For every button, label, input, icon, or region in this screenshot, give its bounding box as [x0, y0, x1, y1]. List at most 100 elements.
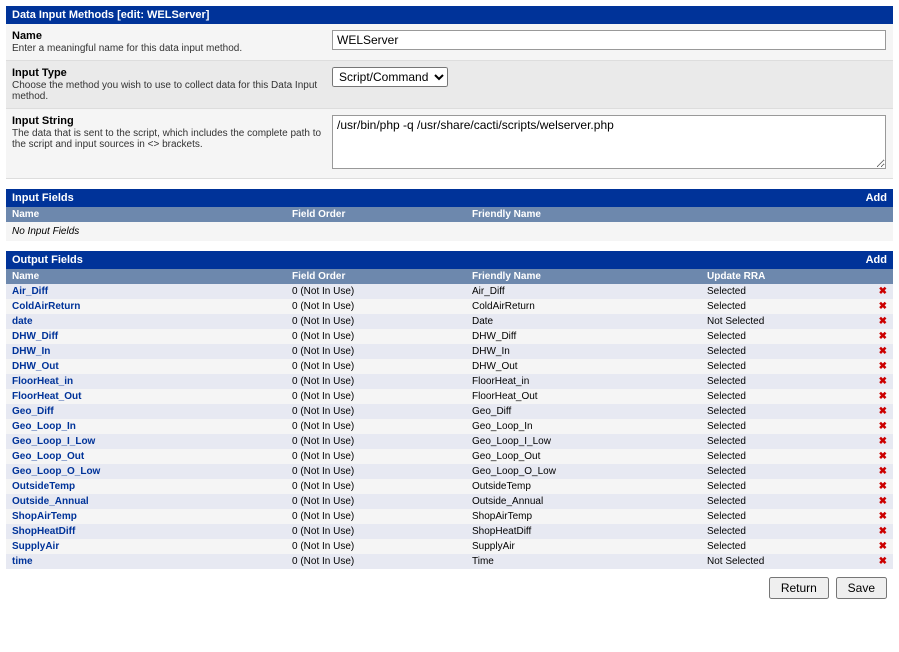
table-row: FloorHeat_Out0 (Not In Use)FloorHeat_Out…	[6, 389, 893, 404]
field-order: 0 (Not In Use)	[292, 481, 472, 492]
output-field-link[interactable]: DHW_In	[12, 346, 50, 357]
friendly-name: ShopAirTemp	[472, 511, 707, 522]
update-rra: Selected	[707, 406, 871, 417]
delete-icon[interactable]: ✖	[871, 556, 887, 567]
delete-icon[interactable]: ✖	[871, 286, 887, 297]
output-field-link[interactable]: FloorHeat_in	[12, 376, 73, 387]
output-field-link[interactable]: date	[12, 316, 33, 327]
table-row: Geo_Diff0 (Not In Use)Geo_DiffSelected✖	[6, 404, 893, 419]
output-field-link[interactable]: DHW_Out	[12, 361, 59, 372]
output-field-link[interactable]: Geo_Diff	[12, 406, 54, 417]
delete-icon[interactable]: ✖	[871, 421, 887, 432]
update-rra: Selected	[707, 361, 871, 372]
friendly-name: Outside_Annual	[472, 496, 707, 507]
table-row: FloorHeat_in0 (Not In Use)FloorHeat_inSe…	[6, 374, 893, 389]
field-order: 0 (Not In Use)	[292, 316, 472, 327]
output-field-link[interactable]: Geo_Loop_Out	[12, 451, 84, 462]
output-field-link[interactable]: ColdAirReturn	[12, 301, 80, 312]
output-fields-body: Air_Diff0 (Not In Use)Air_DiffSelected✖C…	[6, 284, 893, 569]
field-order: 0 (Not In Use)	[292, 526, 472, 537]
table-row: Air_Diff0 (Not In Use)Air_DiffSelected✖	[6, 284, 893, 299]
delete-icon[interactable]: ✖	[871, 361, 887, 372]
delete-icon[interactable]: ✖	[871, 301, 887, 312]
output-field-link[interactable]: time	[12, 556, 33, 567]
input-string-textarea[interactable]: /usr/bin/php -q /usr/share/cacti/scripts…	[332, 115, 886, 169]
output-field-link[interactable]: FloorHeat_Out	[12, 391, 81, 402]
delete-icon[interactable]: ✖	[871, 391, 887, 402]
input-type-desc: Choose the method you wish to use to col…	[12, 80, 332, 102]
update-rra: Selected	[707, 331, 871, 342]
friendly-name: DHW_Out	[472, 361, 707, 372]
output-field-link[interactable]: SupplyAir	[12, 541, 59, 552]
update-rra: Selected	[707, 301, 871, 312]
no-input-fields: No Input Fields	[6, 222, 893, 241]
save-button[interactable]: Save	[836, 577, 887, 599]
col-order: Field Order	[292, 209, 472, 220]
name-label: Name	[12, 30, 332, 42]
update-rra: Selected	[707, 481, 871, 492]
output-field-link[interactable]: Air_Diff	[12, 286, 48, 297]
delete-icon[interactable]: ✖	[871, 376, 887, 387]
friendly-name: DHW_Diff	[472, 331, 707, 342]
input-type-select[interactable]: Script/Command	[332, 67, 448, 87]
delete-icon[interactable]: ✖	[871, 346, 887, 357]
name-input[interactable]	[332, 30, 886, 50]
friendly-name: FloorHeat_in	[472, 376, 707, 387]
field-order: 0 (Not In Use)	[292, 376, 472, 387]
field-order: 0 (Not In Use)	[292, 331, 472, 342]
delete-icon[interactable]: ✖	[871, 496, 887, 507]
friendly-name: Air_Diff	[472, 286, 707, 297]
input-fields-add-link[interactable]: Add	[866, 192, 887, 204]
form-row-name: Name Enter a meaningful name for this da…	[6, 24, 893, 61]
output-field-link[interactable]: DHW_Diff	[12, 331, 58, 342]
update-rra: Selected	[707, 286, 871, 297]
delete-icon[interactable]: ✖	[871, 511, 887, 522]
output-field-link[interactable]: Geo_Loop_In	[12, 421, 76, 432]
output-fields-add-link[interactable]: Add	[866, 254, 887, 266]
friendly-name: DHW_In	[472, 346, 707, 357]
delete-icon[interactable]: ✖	[871, 541, 887, 552]
col-name: Name	[12, 271, 292, 282]
return-button[interactable]: Return	[769, 577, 829, 599]
friendly-name: ShopHeatDiff	[472, 526, 707, 537]
output-fields-title: Output Fields	[12, 254, 83, 266]
delete-icon[interactable]: ✖	[871, 481, 887, 492]
output-field-link[interactable]: Geo_Loop_I_Low	[12, 436, 95, 447]
friendly-name: Geo_Loop_O_Low	[472, 466, 707, 477]
table-row: Outside_Annual0 (Not In Use)Outside_Annu…	[6, 494, 893, 509]
update-rra: Selected	[707, 541, 871, 552]
update-rra: Selected	[707, 376, 871, 387]
field-order: 0 (Not In Use)	[292, 541, 472, 552]
input-fields-header: Input Fields Add	[6, 189, 893, 207]
table-row: time0 (Not In Use)TimeNot Selected✖	[6, 554, 893, 569]
delete-icon[interactable]: ✖	[871, 451, 887, 462]
delete-icon[interactable]: ✖	[871, 436, 887, 447]
friendly-name: Geo_Loop_I_Low	[472, 436, 707, 447]
table-row: Geo_Loop_Out0 (Not In Use)Geo_Loop_OutSe…	[6, 449, 893, 464]
field-order: 0 (Not In Use)	[292, 511, 472, 522]
delete-icon[interactable]: ✖	[871, 316, 887, 327]
output-field-link[interactable]: OutsideTemp	[12, 481, 75, 492]
input-string-label: Input String	[12, 115, 332, 127]
delete-icon[interactable]: ✖	[871, 406, 887, 417]
output-field-link[interactable]: ShopAirTemp	[12, 511, 77, 522]
table-row: DHW_Diff0 (Not In Use)DHW_DiffSelected✖	[6, 329, 893, 344]
table-row: OutsideTemp0 (Not In Use)OutsideTempSele…	[6, 479, 893, 494]
field-order: 0 (Not In Use)	[292, 391, 472, 402]
output-field-link[interactable]: Outside_Annual	[12, 496, 89, 507]
output-fields-columns: Name Field Order Friendly Name Update RR…	[6, 269, 893, 284]
table-row: ColdAirReturn0 (Not In Use)ColdAirReturn…	[6, 299, 893, 314]
col-rra: Update RRA	[707, 271, 887, 282]
update-rra: Selected	[707, 466, 871, 477]
update-rra: Selected	[707, 436, 871, 447]
update-rra: Selected	[707, 496, 871, 507]
delete-icon[interactable]: ✖	[871, 526, 887, 537]
output-field-link[interactable]: ShopHeatDiff	[12, 526, 75, 537]
delete-icon[interactable]: ✖	[871, 466, 887, 477]
delete-icon[interactable]: ✖	[871, 331, 887, 342]
table-row: ShopHeatDiff0 (Not In Use)ShopHeatDiffSe…	[6, 524, 893, 539]
friendly-name: SupplyAir	[472, 541, 707, 552]
button-row: Return Save	[6, 569, 893, 607]
output-field-link[interactable]: Geo_Loop_O_Low	[12, 466, 100, 477]
update-rra: Selected	[707, 391, 871, 402]
